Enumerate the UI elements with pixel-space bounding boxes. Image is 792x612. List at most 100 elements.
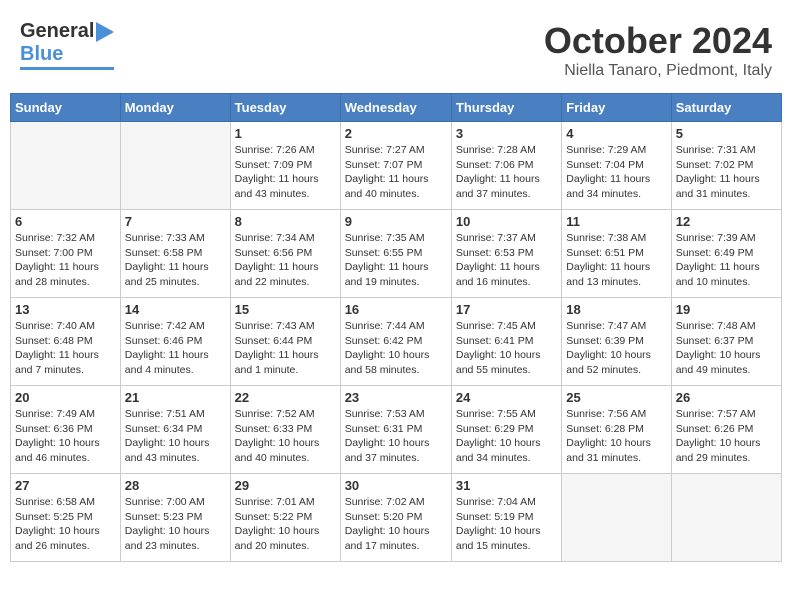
calendar-cell: 16 Sunrise: 7:44 AM Sunset: 6:42 PM Dayli…: [340, 298, 451, 386]
day-number: 20: [15, 390, 116, 405]
calendar-week-4: 20 Sunrise: 7:49 AM Sunset: 6:36 PM Dayli…: [11, 386, 782, 474]
weekday-header-monday: Monday: [120, 94, 230, 122]
calendar-cell: 15Sunrise: 7:43 AM Sunset: 6:44 PM Dayli…: [230, 298, 340, 386]
day-info: Sunrise: 7:02 AM Sunset: 5:20 PM Dayligh…: [345, 495, 447, 554]
logo-blue-text: Blue: [20, 43, 63, 66]
calendar-cell: 10Sunrise: 7:37 AM Sunset: 6:53 PM Dayli…: [451, 210, 561, 298]
calendar-cell: 12 Sunrise: 7:39 AM Sunset: 6:49 PM Dayli…: [671, 210, 781, 298]
day-number: 15: [235, 302, 336, 317]
day-number: 2: [345, 126, 447, 141]
calendar-cell: [120, 122, 230, 210]
day-info: Sunrise: 7:45 AM Sunset: 6:41 PM Dayligh…: [456, 319, 557, 378]
calendar-cell: 13 Sunrise: 7:40 AM Sunset: 6:48 PM Dayli…: [11, 298, 121, 386]
calendar-cell: 14 Sunrise: 7:42 AM Sunset: 6:46 PM Dayli…: [120, 298, 230, 386]
calendar-cell: 22Sunrise: 7:52 AM Sunset: 6:33 PM Dayli…: [230, 386, 340, 474]
day-info: Sunrise: 7:39 AM Sunset: 6:49 PM Dayligh…: [676, 231, 777, 290]
day-info: Sunrise: 7:56 AM Sunset: 6:28 PM Dayligh…: [566, 407, 666, 466]
day-number: 31: [456, 478, 557, 493]
day-number: 23: [345, 390, 447, 405]
day-info: Sunrise: 7:48 AM Sunset: 6:37 PM Dayligh…: [676, 319, 777, 378]
calendar-cell: 31 Sunrise: 7:04 AM Sunset: 5:19 PM Dayli…: [451, 474, 561, 562]
month-title: October 2024: [544, 20, 772, 62]
day-info: Sunrise: 7:29 AM Sunset: 7:04 PM Dayligh…: [566, 143, 666, 202]
calendar-week-1: 1 Sunrise: 7:26 AM Sunset: 7:09 PM Daylig…: [11, 122, 782, 210]
day-number: 19: [676, 302, 777, 317]
day-info: Sunrise: 7:38 AM Sunset: 6:51 PM Dayligh…: [566, 231, 666, 290]
day-number: 25: [566, 390, 666, 405]
day-number: 3: [456, 126, 557, 141]
calendar-cell: 25 Sunrise: 7:56 AM Sunset: 6:28 PM Dayli…: [562, 386, 671, 474]
day-number: 5: [676, 126, 777, 141]
weekday-header-tuesday: Tuesday: [230, 94, 340, 122]
calendar-cell: 26Sunrise: 7:57 AM Sunset: 6:26 PM Dayli…: [671, 386, 781, 474]
day-info: Sunrise: 7:31 AM Sunset: 7:02 PM Dayligh…: [676, 143, 777, 202]
day-info: Sunrise: 7:55 AM Sunset: 6:29 PM Dayligh…: [456, 407, 557, 466]
day-number: 4: [566, 126, 666, 141]
day-number: 11: [566, 214, 666, 229]
day-number: 7: [125, 214, 226, 229]
day-info: Sunrise: 7:33 AM Sunset: 6:58 PM Dayligh…: [125, 231, 226, 290]
calendar-week-2: 6Sunrise: 7:32 AM Sunset: 7:00 PM Daylig…: [11, 210, 782, 298]
calendar-week-3: 13 Sunrise: 7:40 AM Sunset: 6:48 PM Dayli…: [11, 298, 782, 386]
day-info: Sunrise: 7:32 AM Sunset: 7:00 PM Dayligh…: [15, 231, 116, 290]
calendar-cell: 29 Sunrise: 7:01 AM Sunset: 5:22 PM Dayli…: [230, 474, 340, 562]
calendar-cell: 18 Sunrise: 7:47 AM Sunset: 6:39 PM Dayli…: [562, 298, 671, 386]
calendar-cell: 1 Sunrise: 7:26 AM Sunset: 7:09 PM Daylig…: [230, 122, 340, 210]
day-info: Sunrise: 7:27 AM Sunset: 7:07 PM Dayligh…: [345, 143, 447, 202]
weekday-header-row: SundayMondayTuesdayWednesdayThursdayFrid…: [11, 94, 782, 122]
logo-general-text: General: [20, 20, 94, 43]
day-info: Sunrise: 7:40 AM Sunset: 6:48 PM Dayligh…: [15, 319, 116, 378]
day-info: Sunrise: 6:58 AM Sunset: 5:25 PM Dayligh…: [15, 495, 116, 554]
calendar-week-5: 27Sunrise: 6:58 AM Sunset: 5:25 PM Dayli…: [11, 474, 782, 562]
day-info: Sunrise: 7:04 AM Sunset: 5:19 PM Dayligh…: [456, 495, 557, 554]
day-info: Sunrise: 7:53 AM Sunset: 6:31 PM Dayligh…: [345, 407, 447, 466]
day-number: 21: [125, 390, 226, 405]
day-number: 8: [235, 214, 336, 229]
day-number: 30: [345, 478, 447, 493]
day-number: 16: [345, 302, 447, 317]
day-number: 12: [676, 214, 777, 229]
calendar-cell: [11, 122, 121, 210]
calendar-cell: [671, 474, 781, 562]
day-info: Sunrise: 7:44 AM Sunset: 6:42 PM Dayligh…: [345, 319, 447, 378]
logo-underline: [20, 67, 114, 70]
calendar-cell: 6Sunrise: 7:32 AM Sunset: 7:00 PM Daylig…: [11, 210, 121, 298]
day-number: 14: [125, 302, 226, 317]
day-info: Sunrise: 7:01 AM Sunset: 5:22 PM Dayligh…: [235, 495, 336, 554]
calendar-cell: 9 Sunrise: 7:35 AM Sunset: 6:55 PM Daylig…: [340, 210, 451, 298]
weekday-header-sunday: Sunday: [11, 94, 121, 122]
day-info: Sunrise: 7:26 AM Sunset: 7:09 PM Dayligh…: [235, 143, 336, 202]
day-info: Sunrise: 7:00 AM Sunset: 5:23 PM Dayligh…: [125, 495, 226, 554]
day-number: 13: [15, 302, 116, 317]
day-number: 26: [676, 390, 777, 405]
calendar-cell: 3 Sunrise: 7:28 AM Sunset: 7:06 PM Daylig…: [451, 122, 561, 210]
calendar-cell: 28 Sunrise: 7:00 AM Sunset: 5:23 PM Dayli…: [120, 474, 230, 562]
day-number: 1: [235, 126, 336, 141]
day-info: Sunrise: 7:42 AM Sunset: 6:46 PM Dayligh…: [125, 319, 226, 378]
calendar-cell: 24 Sunrise: 7:55 AM Sunset: 6:29 PM Dayli…: [451, 386, 561, 474]
day-info: Sunrise: 7:52 AM Sunset: 6:33 PM Dayligh…: [235, 407, 336, 466]
calendar-cell: 21Sunrise: 7:51 AM Sunset: 6:34 PM Dayli…: [120, 386, 230, 474]
calendar-cell: 2 Sunrise: 7:27 AM Sunset: 7:07 PM Daylig…: [340, 122, 451, 210]
calendar-table: SundayMondayTuesdayWednesdayThursdayFrid…: [10, 93, 782, 562]
calendar-cell: 5 Sunrise: 7:31 AM Sunset: 7:02 PM Daylig…: [671, 122, 781, 210]
calendar-cell: 8Sunrise: 7:34 AM Sunset: 6:56 PM Daylig…: [230, 210, 340, 298]
calendar-cell: 23 Sunrise: 7:53 AM Sunset: 6:31 PM Dayli…: [340, 386, 451, 474]
day-info: Sunrise: 7:47 AM Sunset: 6:39 PM Dayligh…: [566, 319, 666, 378]
day-number: 29: [235, 478, 336, 493]
calendar-cell: 7 Sunrise: 7:33 AM Sunset: 6:58 PM Daylig…: [120, 210, 230, 298]
day-number: 24: [456, 390, 557, 405]
day-number: 28: [125, 478, 226, 493]
calendar-cell: 20 Sunrise: 7:49 AM Sunset: 6:36 PM Dayli…: [11, 386, 121, 474]
day-number: 9: [345, 214, 447, 229]
title-section: October 2024 Niella Tanaro, Piedmont, It…: [544, 20, 772, 80]
day-number: 18: [566, 302, 666, 317]
day-number: 17: [456, 302, 557, 317]
day-info: Sunrise: 7:49 AM Sunset: 6:36 PM Dayligh…: [15, 407, 116, 466]
logo: General Blue: [20, 20, 114, 70]
location-subtitle: Niella Tanaro, Piedmont, Italy: [544, 62, 772, 80]
day-info: Sunrise: 7:35 AM Sunset: 6:55 PM Dayligh…: [345, 231, 447, 290]
logo-arrow-icon: [96, 22, 114, 42]
weekday-header-friday: Friday: [562, 94, 671, 122]
day-info: Sunrise: 7:28 AM Sunset: 7:06 PM Dayligh…: [456, 143, 557, 202]
